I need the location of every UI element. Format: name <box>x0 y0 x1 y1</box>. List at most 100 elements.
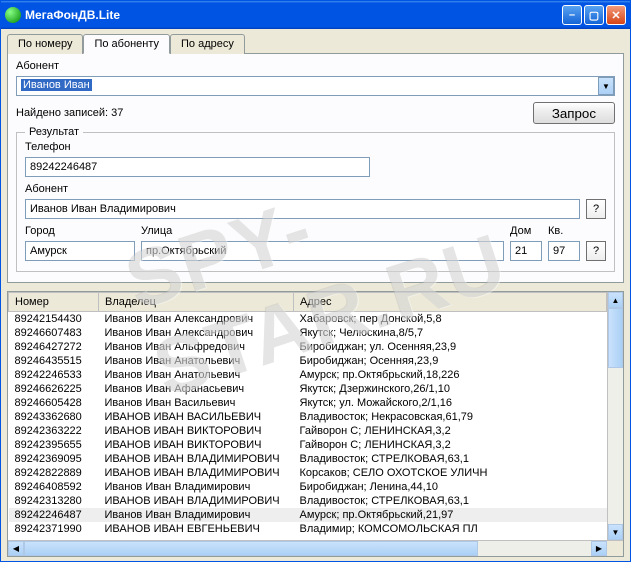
scroll-down-button[interactable]: ▼ <box>608 524 623 540</box>
results-count: Найдено записей: 37 <box>16 107 533 119</box>
table-cell: 89246427272 <box>9 340 99 354</box>
vertical-scroll-thumb[interactable] <box>608 308 623 368</box>
phone-label: Телефон <box>25 141 606 153</box>
table-cell: Иванов Иван Анатольевич <box>99 368 294 382</box>
table-cell: 89242363222 <box>9 424 99 438</box>
table-cell: Иванов Иван Афанасьевич <box>99 382 294 396</box>
table-cell: Корсаков; СЕЛО ОХОТСКОЕ УЛИЧН <box>294 466 607 480</box>
subscriber-input[interactable] <box>25 199 580 219</box>
table-row[interactable]: 89242246487Иванов Иван ВладимировичАмурс… <box>9 508 607 522</box>
table-row[interactable]: 89242822889ИВАНОВ ИВАН ВЛАДИМИРОВИЧКорса… <box>9 466 607 480</box>
titlebar[interactable]: МегаФонДВ.Lite – ▢ ✕ <box>1 1 630 29</box>
table-cell: Биробиджан; Осенняя,23,9 <box>294 354 607 368</box>
app-window: МегаФонДВ.Lite – ▢ ✕ По номеру По абонен… <box>0 0 631 562</box>
maximize-button[interactable]: ▢ <box>584 5 604 25</box>
minimize-button[interactable]: – <box>562 5 582 25</box>
table-cell: ИВАНОВ ИВАН ВИКТОРОВИЧ <box>99 438 294 452</box>
table-cell: 89242822889 <box>9 466 99 480</box>
table-cell: 89242395655 <box>9 438 99 452</box>
table-row[interactable]: 89243362680ИВАНОВ ИВАН ВАСИЛЬЕВИЧВладиво… <box>9 410 607 424</box>
apt-input[interactable] <box>548 241 580 261</box>
table-cell: Иванов Иван Анатольевич <box>99 354 294 368</box>
table-cell: 89242371990 <box>9 522 99 536</box>
table-cell: Хабаровск; пер Донской,5,8 <box>294 312 607 327</box>
table-row[interactable]: 89246408592Иванов Иван ВладимировичБироб… <box>9 480 607 494</box>
scroll-up-button[interactable]: ▲ <box>608 292 623 308</box>
tab-by-subscriber[interactable]: По абоненту <box>83 34 170 54</box>
table-row[interactable]: 89242395655ИВАНОВ ИВАН ВИКТОРОВИЧГайворо… <box>9 438 607 452</box>
col-number[interactable]: Номер <box>9 293 99 312</box>
table-cell: 89246607483 <box>9 326 99 340</box>
request-button[interactable]: Запрос <box>533 102 615 124</box>
table-cell: ИВАНОВ ИВАН ВЛАДИМИРОВИЧ <box>99 452 294 466</box>
table-cell: Иванов Иван Александрович <box>99 326 294 340</box>
table-row[interactable]: 89242154430Иванов Иван АлександровичХаба… <box>9 312 607 327</box>
table-cell: Биробиджан; Ленина,44,10 <box>294 480 607 494</box>
table-cell: ИВАНОВ ИВАН ЕВГЕНЬЕВИЧ <box>99 522 294 536</box>
window-title: МегаФонДВ.Lite <box>25 8 562 22</box>
table-cell: ИВАНОВ ИВАН ВИКТОРОВИЧ <box>99 424 294 438</box>
table-row[interactable]: 89246435515Иванов Иван АнатольевичБироби… <box>9 354 607 368</box>
scroll-right-button[interactable]: ▶ <box>591 541 607 556</box>
table-row[interactable]: 89246626225Иванов Иван АфанасьевичЯкутск… <box>9 382 607 396</box>
table-cell: Иванов Иван Александрович <box>99 312 294 327</box>
table-cell: Владивосток; СТРЕЛКОВАЯ,63,1 <box>294 494 607 508</box>
address-help-button[interactable]: ? <box>586 241 606 261</box>
abonent-label: Абонент <box>16 60 615 72</box>
table-cell: Якутск; Дзержинского,26/1,10 <box>294 382 607 396</box>
tab-by-address[interactable]: По адресу <box>170 34 245 54</box>
table-cell: 89242313280 <box>9 494 99 508</box>
city-input[interactable] <box>25 241 135 261</box>
abonent-value: Иванов Иван <box>21 79 92 91</box>
table-cell: 89246408592 <box>9 480 99 494</box>
table-row[interactable]: 89246605428Иванов Иван ВасильевичЯкутск;… <box>9 396 607 410</box>
table-row[interactable]: 89246427272Иванов Иван АльфредовичБироби… <box>9 340 607 354</box>
table-cell: Иванов Иван Альфредович <box>99 340 294 354</box>
horizontal-scroll-thumb[interactable] <box>24 541 478 556</box>
table-cell: Якутск; Челюскина,8/5,7 <box>294 326 607 340</box>
table-cell: Амурск; пр.Октябрьский,18,226 <box>294 368 607 382</box>
content-area: По номеру По абоненту По адресу Абонент … <box>1 29 630 561</box>
results-table: Номер Владелец Адрес 89242154430Иванов И… <box>8 292 607 536</box>
table-cell: Гайворон С; ЛЕНИНСКАЯ,3,2 <box>294 424 607 438</box>
abonent-combo[interactable]: Иванов Иван <box>16 76 615 96</box>
street-label: Улица <box>141 225 504 237</box>
app-icon <box>5 7 21 23</box>
table-cell: Владимир; КОМСОМОЛЬСКАЯ ПЛ <box>294 522 607 536</box>
table-row[interactable]: 89242363222ИВАНОВ ИВАН ВИКТОРОВИЧГайворо… <box>9 424 607 438</box>
table-cell: Владивосток; Некрасовская,61,79 <box>294 410 607 424</box>
horizontal-scrollbar[interactable]: ◀ ▶ <box>8 540 623 556</box>
table-cell: Якутск; ул. Можайского,2/1,16 <box>294 396 607 410</box>
col-owner[interactable]: Владелец <box>99 293 294 312</box>
street-input[interactable] <box>141 241 504 261</box>
table-row[interactable]: 89246607483Иванов Иван АлександровичЯкут… <box>9 326 607 340</box>
table-row[interactable]: 89242369095ИВАНОВ ИВАН ВЛАДИМИРОВИЧВлади… <box>9 452 607 466</box>
vertical-scrollbar[interactable]: ▲ ▼ <box>607 292 623 540</box>
table-cell: 89246435515 <box>9 354 99 368</box>
city-label: Город <box>25 225 135 237</box>
abonent-dropdown-button[interactable]: ▼ <box>598 77 614 95</box>
table-cell: Иванов Иван Владимирович <box>99 480 294 494</box>
tab-body: Абонент Иванов Иван ▼ Найдено записей: 3… <box>7 53 624 283</box>
result-group: Результат Телефон Абонент ? Город Улица … <box>16 132 615 272</box>
apt-label: Кв. <box>548 225 580 237</box>
tab-by-number[interactable]: По номеру <box>7 34 83 54</box>
table-cell: Амурск; пр.Октябрьский,21,97 <box>294 508 607 522</box>
house-input[interactable] <box>510 241 542 261</box>
table-row[interactable]: 89242246533Иванов Иван АнатольевичАмурск… <box>9 368 607 382</box>
table-cell: Биробиджан; ул. Осенняя,23,9 <box>294 340 607 354</box>
table-row[interactable]: 89242371990ИВАНОВ ИВАН ЕВГЕНЬЕВИЧВладими… <box>9 522 607 536</box>
subscriber-help-button[interactable]: ? <box>586 199 606 219</box>
close-button[interactable]: ✕ <box>606 5 626 25</box>
scroll-left-button[interactable]: ◀ <box>8 541 24 556</box>
table-cell: Иванов Иван Васильевич <box>99 396 294 410</box>
table-row[interactable]: 89242313280ИВАНОВ ИВАН ВЛАДИМИРОВИЧВлади… <box>9 494 607 508</box>
house-label: Дом <box>510 225 542 237</box>
results-grid: Номер Владелец Адрес 89242154430Иванов И… <box>7 291 624 557</box>
phone-input[interactable] <box>25 157 370 177</box>
col-address[interactable]: Адрес <box>294 293 607 312</box>
table-cell: ИВАНОВ ИВАН ВЛАДИМИРОВИЧ <box>99 494 294 508</box>
table-cell: 89242246487 <box>9 508 99 522</box>
table-cell: Иванов Иван Владимирович <box>99 508 294 522</box>
abonent-combo-wrap: Иванов Иван ▼ <box>16 76 615 96</box>
